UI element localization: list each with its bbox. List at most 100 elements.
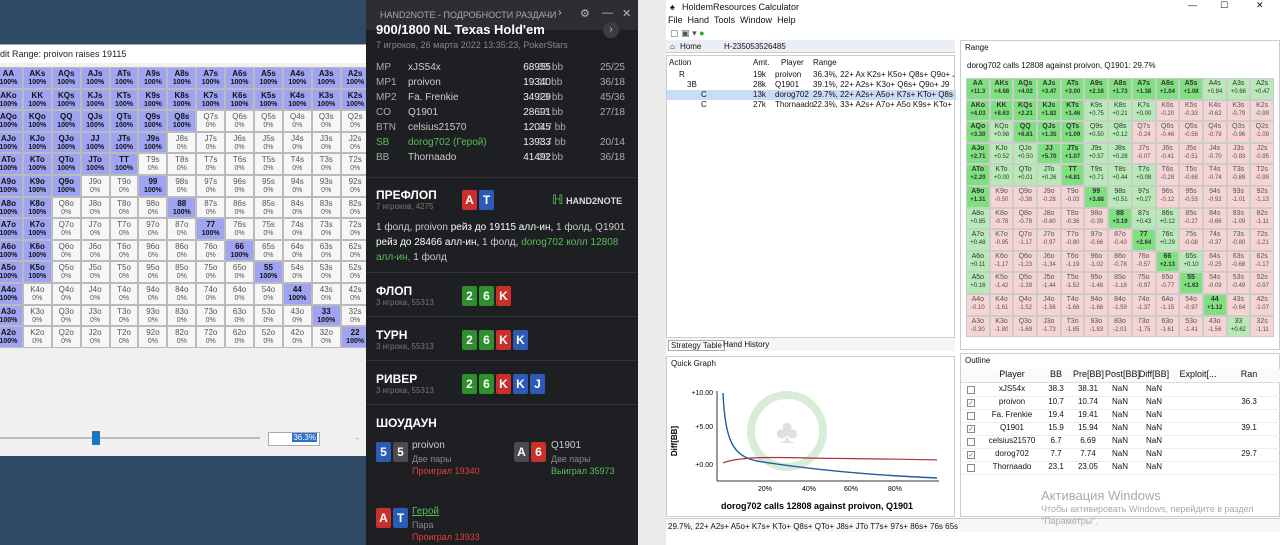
hand-cell[interactable]: 97o 0% xyxy=(138,218,168,240)
ev-hand-cell[interactable]: T9o -0.03 xyxy=(1060,185,1085,208)
player-name[interactable]: celsius21570 xyxy=(408,122,466,133)
ev-hand-cell[interactable]: 96o -1.02 xyxy=(1084,250,1109,273)
hand-cell[interactable]: ATs 100% xyxy=(109,67,139,89)
ev-hand-cell[interactable]: QTs +1.09 xyxy=(1060,121,1085,143)
range-slider-track[interactable] xyxy=(0,437,260,439)
hand-cell[interactable]: 87o 0% xyxy=(167,218,197,240)
ev-hand-cell[interactable]: A5s +1.08 xyxy=(1179,78,1203,100)
ev-hand-cell[interactable]: J9s +0.57 xyxy=(1084,142,1109,165)
close-icon[interactable]: ✕ xyxy=(1256,0,1264,11)
player-checkbox[interactable] xyxy=(967,464,975,472)
ev-hand-cell[interactable]: A3s +0.66 xyxy=(1226,78,1251,100)
hand-cell[interactable]: 76o 0% xyxy=(196,239,226,262)
hand-cell[interactable]: Q5o 0% xyxy=(51,261,81,283)
hand-cell[interactable]: A3s 100% xyxy=(311,67,341,89)
ev-hand-cell[interactable]: J8s +0.28 xyxy=(1108,142,1132,165)
ev-hand-cell[interactable]: J3o -1.73 xyxy=(1037,315,1061,338)
hand-cell[interactable]: 44 100% xyxy=(282,282,312,305)
hand-cell[interactable]: 82o 0% xyxy=(167,326,197,348)
chevron-right-icon[interactable]: › xyxy=(558,7,562,19)
ev-hand-cell[interactable]: 93o -1.83 xyxy=(1084,315,1109,338)
ev-hand-cell[interactable]: 44 +1.12 xyxy=(1202,293,1227,316)
hand-cell[interactable]: K9o 100% xyxy=(22,174,52,197)
outline-col-header[interactable]: Pre[BB] xyxy=(1073,369,1104,379)
hand-cell[interactable]: Q2o 0% xyxy=(51,326,81,348)
hand-cell[interactable]: TT 100% xyxy=(109,153,139,175)
ev-hand-cell[interactable]: Q8s +0.12 xyxy=(1108,121,1132,143)
hand-cell[interactable]: 75s 0% xyxy=(254,218,283,240)
ev-hand-cell[interactable]: J5s -0.51 xyxy=(1179,142,1203,165)
hand-cell[interactable]: K9s 100% xyxy=(138,88,168,111)
ev-hand-cell[interactable]: QJo +0.50 xyxy=(1013,142,1038,165)
hand-cell[interactable]: 86s 0% xyxy=(225,196,255,219)
hand-cell[interactable]: JTo 100% xyxy=(80,153,110,175)
new-file-icon[interactable]: ▢ xyxy=(670,28,679,38)
hand-cell[interactable]: 74o 0% xyxy=(196,282,226,305)
hand-cell[interactable]: J8s 0% xyxy=(167,131,197,154)
menu-item-help[interactable]: Help xyxy=(777,15,796,25)
hand-cell[interactable]: QTs 100% xyxy=(109,110,139,132)
ev-hand-cell[interactable]: K5o -1.42 xyxy=(989,272,1014,294)
ev-hand-cell[interactable]: AKo +4.03 xyxy=(966,99,990,122)
player-name[interactable]: Fa. Frenkie xyxy=(408,92,459,103)
hand-cell[interactable]: T9o 0% xyxy=(109,174,139,197)
ev-hand-cell[interactable]: 74o -1.37 xyxy=(1131,293,1156,316)
ev-hand-cell[interactable]: Q7s -0.24 xyxy=(1131,121,1156,143)
ev-hand-cell[interactable]: 75s -0.08 xyxy=(1179,229,1203,251)
hand-cell[interactable]: J3s 0% xyxy=(311,131,341,154)
ev-hand-cell[interactable]: JTo +0.26 xyxy=(1037,164,1061,186)
ev-hand-cell[interactable]: T9s +0.71 xyxy=(1084,164,1109,186)
hand-cell[interactable]: QJo 100% xyxy=(51,131,81,154)
tab-strategy-table[interactable]: Strategy Table xyxy=(668,340,725,351)
tree-row[interactable]: C 27k Thornaado 22.3%, 33+ A2s+ A7o+ A5o K9… xyxy=(667,100,956,110)
hand-cell[interactable]: T6o 0% xyxy=(109,239,139,262)
ev-hand-cell[interactable]: 43s -0.64 xyxy=(1226,293,1251,316)
hand-cell[interactable]: T8s 0% xyxy=(167,153,197,175)
ev-hand-cell[interactable]: Q4s -0.79 xyxy=(1202,121,1227,143)
hand-cell[interactable]: K6s 100% xyxy=(225,88,255,111)
hand-cell[interactable]: Q7o 0% xyxy=(51,218,81,240)
hand-cell[interactable]: 42o 0% xyxy=(282,326,312,348)
ev-hand-cell[interactable]: QJs +1.35 xyxy=(1037,121,1061,143)
ev-hand-cell[interactable]: 65o -0.77 xyxy=(1155,272,1180,294)
ev-hand-cell[interactable]: KTs +1.46 xyxy=(1060,99,1085,122)
hand-cell[interactable]: K5s 100% xyxy=(254,88,283,111)
ev-hand-cell[interactable]: T4s -0.74 xyxy=(1202,164,1227,186)
ev-hand-cell[interactable]: K9o -0.50 xyxy=(989,185,1014,208)
ev-hand-cell[interactable]: T5o -1.52 xyxy=(1060,272,1085,294)
ev-hand-cell[interactable]: 95s -0.53 xyxy=(1179,185,1203,208)
hand-cell[interactable]: Q6s 0% xyxy=(225,110,255,132)
hand-cell[interactable]: 96o 0% xyxy=(138,239,168,262)
ev-hand-cell[interactable]: 86s +0.12 xyxy=(1155,207,1180,230)
ev-hand-cell[interactable]: 94o -1.68 xyxy=(1084,293,1109,316)
hand-cell[interactable]: J7s 0% xyxy=(196,131,226,154)
hand-cell[interactable]: KJo 100% xyxy=(22,131,52,154)
hand-cell[interactable]: 83o 0% xyxy=(167,304,197,327)
hand-cell[interactable]: 74s 0% xyxy=(282,218,312,240)
hand-cell[interactable]: Q7s 0% xyxy=(196,110,226,132)
hand-cell[interactable]: 53o 0% xyxy=(254,304,283,327)
hand-cell[interactable]: 72o 0% xyxy=(196,326,226,348)
ev-hand-cell[interactable]: J9o -0.28 xyxy=(1037,185,1061,208)
hand-cell[interactable]: A6s 100% xyxy=(225,67,255,89)
ev-hand-cell[interactable]: ATs +3.00 xyxy=(1060,78,1085,100)
minimize-icon[interactable]: — xyxy=(602,7,613,19)
hand-cell[interactable]: K3s 100% xyxy=(311,88,341,111)
hand-cell[interactable]: 99 100% xyxy=(138,174,168,197)
hand-cell[interactable]: 85s 0% xyxy=(254,196,283,219)
ev-hand-cell[interactable]: 63s -0.68 xyxy=(1226,250,1251,273)
ev-hand-cell[interactable]: 92s -1.13 xyxy=(1250,185,1274,208)
ev-hand-cell[interactable]: 55 +1.63 xyxy=(1179,272,1203,294)
hand-cell[interactable]: K8s 100% xyxy=(167,88,197,111)
hand-cell[interactable]: Q4o 0% xyxy=(51,282,81,305)
ev-hand-cell[interactable]: JTs +1.07 xyxy=(1060,142,1085,165)
hand-cell[interactable]: 66 100% xyxy=(225,239,255,262)
ev-hand-cell[interactable]: 87o -0.43 xyxy=(1108,229,1132,251)
hand-cell[interactable]: A8o 100% xyxy=(0,196,23,219)
ev-hand-cell[interactable]: K6s -0.20 xyxy=(1155,99,1180,122)
hand-cell[interactable]: AKo 100% xyxy=(0,88,23,111)
hand-cell[interactable]: J4o 0% xyxy=(80,282,110,305)
hand-cell[interactable]: 65s 0% xyxy=(254,239,283,262)
ev-hand-cell[interactable]: KTo +0.00 xyxy=(989,164,1014,186)
ev-hand-cell[interactable]: J4o -1.56 xyxy=(1037,293,1061,316)
